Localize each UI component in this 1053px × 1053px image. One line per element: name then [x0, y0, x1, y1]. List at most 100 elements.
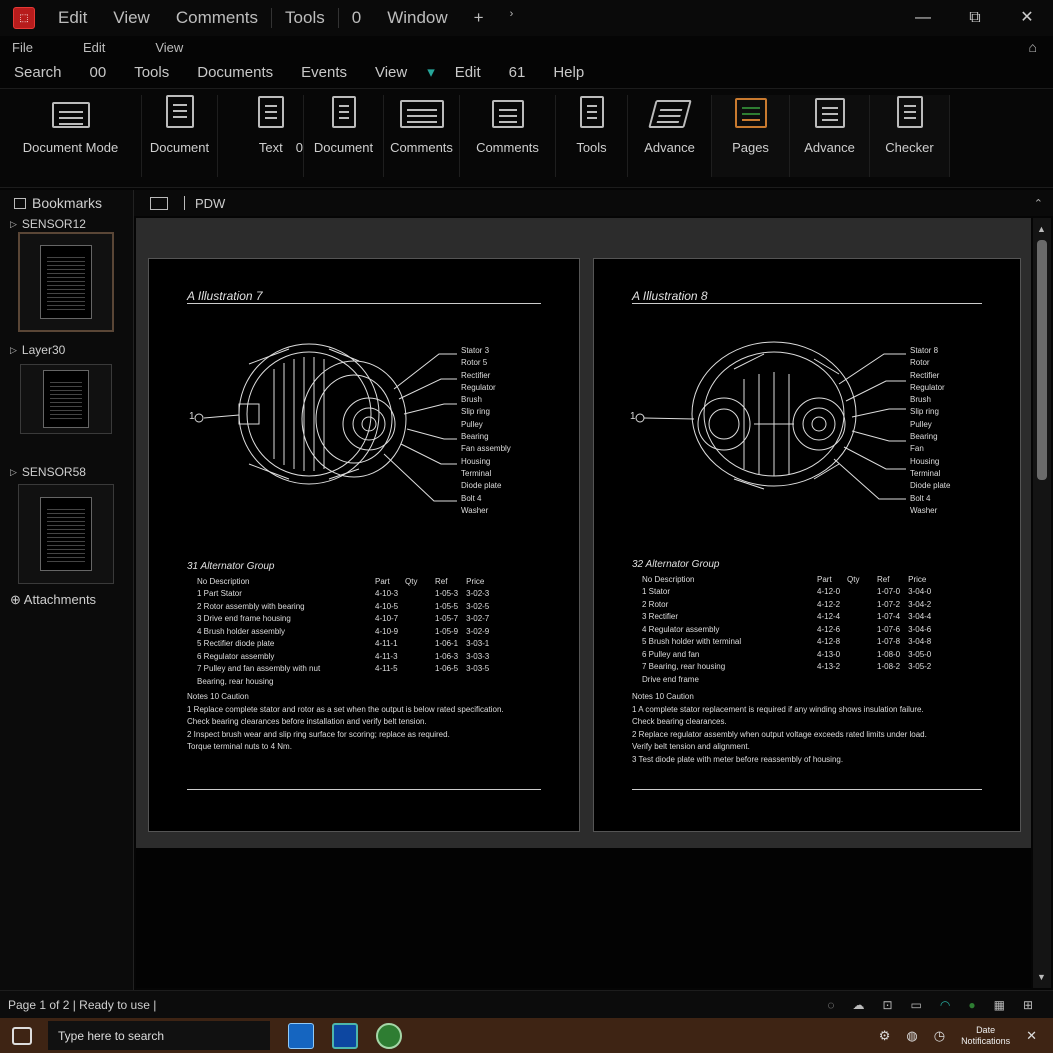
- page-thumbnail[interactable]: [18, 232, 114, 332]
- title-menu-tools[interactable]: Tools: [271, 8, 339, 28]
- ribbon-pages[interactable]: Pages: [712, 95, 790, 177]
- menu-events[interactable]: Events: [287, 64, 361, 81]
- table-cell: 3-04-6: [908, 624, 932, 634]
- home-icon[interactable]: ⌂: [1029, 39, 1037, 55]
- page-thumbnail[interactable]: [20, 364, 112, 434]
- restore-button[interactable]: ⧉: [949, 0, 1001, 36]
- bookmark-item-label: SENSOR58: [21, 465, 86, 479]
- table-cell: 1-05-7: [435, 614, 459, 624]
- menu-search[interactable]: Search: [0, 64, 76, 81]
- fit-page-icon[interactable]: ⊡: [882, 998, 892, 1012]
- clock-icon[interactable]: ◷: [934, 1028, 945, 1044]
- bookmark-item[interactable]: ▷ SENSOR12: [0, 216, 133, 232]
- document-icon: [331, 96, 356, 128]
- menu-help[interactable]: Help: [539, 64, 598, 81]
- zoom-icon[interactable]: ⊞: [1023, 998, 1033, 1012]
- ribbon-label: Comments: [476, 140, 539, 155]
- callout-label: Brush: [461, 395, 482, 405]
- network-icon[interactable]: ◠: [940, 998, 950, 1012]
- column-header: Price: [466, 576, 485, 586]
- expand-icon[interactable]: ▷: [10, 467, 17, 478]
- title-menu-comments[interactable]: Comments: [163, 8, 271, 28]
- ribbon-comments-2[interactable]: Comments: [460, 95, 556, 177]
- ribbon-text[interactable]: Text 0: [218, 95, 304, 177]
- table-cell: 3 Rectifier: [642, 612, 679, 622]
- taskbar-app-search-icon[interactable]: [376, 1022, 402, 1049]
- menu-edit[interactable]: Edit: [83, 40, 105, 55]
- ribbon-advance-2[interactable]: Advance: [790, 95, 870, 177]
- single-page-icon[interactable]: ▭: [911, 998, 922, 1012]
- menu-file[interactable]: File: [12, 40, 33, 55]
- document-icon: [165, 95, 194, 128]
- table-cell: 1-07-8: [877, 637, 901, 647]
- tab-scroll-icon[interactable]: ›: [497, 8, 527, 28]
- viewer-empty-area: [136, 848, 1031, 988]
- attachments-item[interactable]: ⊕ Attachments: [0, 592, 133, 608]
- taskbar-search[interactable]: Type here to search: [48, 1021, 270, 1050]
- cloud-icon[interactable]: ☁: [852, 998, 864, 1012]
- ribbon-document[interactable]: Document: [142, 95, 218, 177]
- taskbar-app-window-icon[interactable]: [332, 1022, 358, 1049]
- menu-view-2[interactable]: View: [361, 64, 421, 81]
- vertical-scrollbar[interactable]: ▲ ▼: [1033, 218, 1051, 988]
- page-thumbnail[interactable]: [18, 484, 114, 584]
- app-logo-icon[interactable]: ⬚: [13, 7, 35, 29]
- new-tab-icon[interactable]: +: [461, 8, 497, 28]
- settings-icon[interactable]: ⚙: [879, 1028, 891, 1044]
- title-menu-edit[interactable]: Edit: [45, 8, 100, 28]
- title-menu-window[interactable]: Window: [374, 8, 460, 28]
- menu-view[interactable]: View: [155, 40, 183, 55]
- menu-item-61[interactable]: 61: [495, 64, 540, 81]
- scrollbar-thumb[interactable]: [1037, 240, 1047, 480]
- document-tab-label[interactable]: PDW: [195, 196, 225, 211]
- minimize-button[interactable]: —: [897, 0, 949, 36]
- grid-icon[interactable]: ▦: [994, 998, 1005, 1012]
- title-menu: Edit View Comments Tools 0 Window + ›: [45, 8, 526, 28]
- menu-item-00[interactable]: 00: [76, 64, 121, 81]
- expand-icon[interactable]: ▷: [10, 345, 17, 356]
- table-row: Bearing, rear housing: [193, 675, 493, 688]
- online-status-icon[interactable]: ●: [968, 998, 975, 1012]
- text-tool[interactable]: Text: [257, 96, 284, 177]
- callout-label: Housing: [910, 456, 940, 466]
- start-icon[interactable]: [12, 1026, 32, 1045]
- document-tab-icon[interactable]: [150, 196, 168, 210]
- ribbon-document-mode[interactable]: Document Mode: [0, 95, 142, 177]
- table-cell: 6 Pulley and fan: [642, 649, 700, 659]
- volume-icon[interactable]: ◍: [906, 1028, 917, 1044]
- scroll-down-icon[interactable]: ▼: [1037, 972, 1046, 982]
- collapse-icon[interactable]: ⌃: [1034, 197, 1043, 210]
- clock[interactable]: Date Notifications: [961, 1025, 1010, 1047]
- callout-label: Regulator: [461, 382, 496, 392]
- ribbon-document-2[interactable]: Document: [304, 95, 384, 177]
- sync-icon[interactable]: ◌: [827, 998, 834, 1012]
- table-cell: 3-05-0: [908, 649, 932, 659]
- column-header: Price: [908, 574, 927, 584]
- bookmark-item[interactable]: ▷ Layer30: [0, 342, 133, 358]
- expand-icon[interactable]: ▷: [10, 219, 17, 230]
- parts-table: No Description Part Qty Ref Price 1 Part…: [193, 575, 493, 688]
- ribbon-tools[interactable]: Tools: [556, 95, 628, 177]
- ribbon-label: Advance: [644, 140, 695, 155]
- ribbon-comments[interactable]: Comments: [384, 95, 460, 177]
- table-cell: 1-05-9: [435, 626, 459, 636]
- table-cell: 4-12-2: [817, 599, 841, 609]
- title-menu-view[interactable]: View: [100, 8, 163, 28]
- chevron-down-icon[interactable]: ▾: [421, 63, 441, 81]
- menu-edit-2[interactable]: Edit: [441, 64, 495, 81]
- bookmarks-header[interactable]: Bookmarks: [0, 190, 133, 216]
- ribbon-advance[interactable]: Advance: [628, 95, 712, 177]
- taskbar-app-word-icon[interactable]: [288, 1022, 314, 1049]
- callout-label: Rotor 5: [461, 358, 488, 368]
- ribbon-checker[interactable]: Checker: [870, 95, 950, 177]
- menu-tools[interactable]: Tools: [120, 64, 183, 81]
- alternator-drawing: [691, 341, 857, 490]
- title-menu-extra[interactable]: 0: [339, 8, 374, 28]
- menu-documents[interactable]: Documents: [183, 64, 287, 81]
- close-button[interactable]: ✕: [1001, 0, 1053, 36]
- close-icon[interactable]: ✕: [1026, 1028, 1037, 1044]
- table-cell: 3-04-8: [908, 637, 932, 647]
- bookmark-item[interactable]: ▷ SENSOR58: [0, 464, 133, 480]
- table-row: 4 Regulator assembly 4-12-6 1-07-6 3-04-6: [638, 623, 935, 636]
- scroll-up-icon[interactable]: ▲: [1037, 224, 1046, 234]
